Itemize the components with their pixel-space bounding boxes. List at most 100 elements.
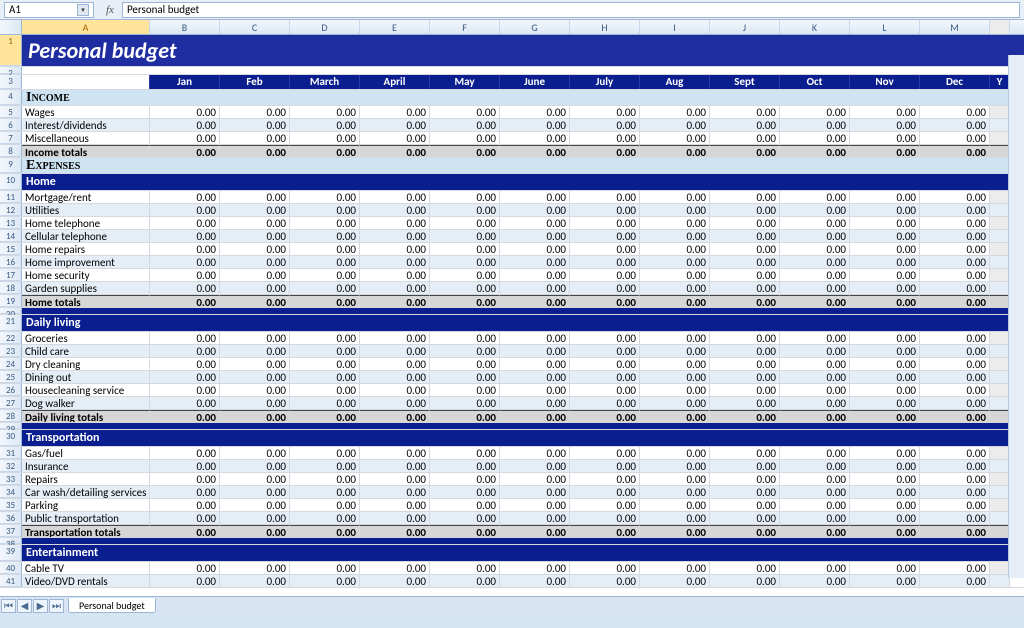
data-cell[interactable]: 0.00	[150, 269, 220, 281]
data-cell[interactable]: 0.00	[570, 243, 640, 255]
data-cell[interactable]: 0.00	[710, 256, 780, 268]
data-cell[interactable]: 0.00	[150, 204, 220, 216]
data-cell[interactable]: 0.00	[710, 371, 780, 383]
year-header-cell[interactable]: Y	[990, 75, 1010, 89]
row-header[interactable]: 1	[0, 35, 22, 66]
data-cell[interactable]: 0.00	[850, 499, 920, 511]
row-label-cell[interactable]: Mortgage/rent	[22, 191, 150, 203]
cell[interactable]	[22, 538, 1024, 544]
data-cell[interactable]: 0.00	[360, 230, 430, 242]
data-cell[interactable]: 0.00	[570, 499, 640, 511]
row-label-cell[interactable]: Parking	[22, 499, 150, 511]
data-cell[interactable]: 0.00	[920, 486, 990, 498]
data-cell[interactable]: 0.00	[360, 132, 430, 144]
data-cell[interactable]: 0.00	[640, 512, 710, 524]
data-cell[interactable]: 0.00	[500, 282, 570, 294]
data-cell[interactable]: 0.00	[850, 371, 920, 383]
data-cell[interactable]: 0.00	[290, 447, 360, 459]
data-cell[interactable]: 0.00	[570, 345, 640, 357]
row-header[interactable]: 38	[0, 538, 22, 544]
data-cell[interactable]: 0.00	[640, 358, 710, 370]
row-label-cell[interactable]: Interest/dividends	[22, 119, 150, 131]
row-header[interactable]: 31	[0, 447, 22, 459]
data-cell[interactable]: 0.00	[290, 512, 360, 524]
data-cell[interactable]: 0.00	[710, 269, 780, 281]
data-cell[interactable]: 0.00	[710, 473, 780, 485]
data-cell[interactable]: 0.00	[850, 106, 920, 118]
data-cell[interactable]: 0.00	[500, 106, 570, 118]
data-cell[interactable]: 0.00	[570, 132, 640, 144]
data-cell[interactable]: 0.00	[500, 397, 570, 409]
cell[interactable]	[22, 75, 150, 89]
data-cell[interactable]: 0.00	[570, 295, 640, 307]
data-cell[interactable]: 0.00	[290, 132, 360, 144]
data-cell[interactable]: 0.00	[220, 512, 290, 524]
col-header-G[interactable]: G	[500, 20, 570, 34]
month-header-cell[interactable]: Jan	[150, 75, 220, 89]
row-header[interactable]: 23	[0, 345, 22, 357]
data-cell[interactable]: 0.00	[710, 499, 780, 511]
sheet-tab-active[interactable]: Personal budget	[68, 598, 156, 613]
data-cell[interactable]: 0.00	[920, 119, 990, 131]
row-label-cell[interactable]: Wages	[22, 106, 150, 118]
data-cell[interactable]: 0.00	[570, 486, 640, 498]
end-cell[interactable]	[990, 473, 1010, 485]
row-label-cell[interactable]: Daily living totals	[22, 410, 150, 422]
data-cell[interactable]: 0.00	[500, 132, 570, 144]
data-cell[interactable]: 0.00	[850, 132, 920, 144]
row-header[interactable]: 6	[0, 119, 22, 131]
data-cell[interactable]: 0.00	[570, 525, 640, 537]
data-cell[interactable]: 0.00	[640, 243, 710, 255]
month-header-cell[interactable]: July	[570, 75, 640, 89]
row-header[interactable]: 39	[0, 545, 22, 561]
data-cell[interactable]: 0.00	[290, 295, 360, 307]
data-cell[interactable]: 0.00	[150, 119, 220, 131]
data-cell[interactable]: 0.00	[500, 512, 570, 524]
data-cell[interactable]: 0.00	[640, 473, 710, 485]
data-cell[interactable]: 0.00	[920, 397, 990, 409]
data-cell[interactable]: 0.00	[710, 384, 780, 396]
row-header[interactable]: 22	[0, 332, 22, 344]
data-cell[interactable]: 0.00	[360, 217, 430, 229]
data-cell[interactable]: 0.00	[150, 132, 220, 144]
row-label-cell[interactable]: Repairs	[22, 473, 150, 485]
data-cell[interactable]: 0.00	[640, 191, 710, 203]
data-cell[interactable]: 0.00	[360, 145, 430, 157]
data-cell[interactable]: 0.00	[640, 204, 710, 216]
data-cell[interactable]: 0.00	[360, 269, 430, 281]
data-cell[interactable]: 0.00	[290, 106, 360, 118]
data-cell[interactable]: 0.00	[710, 282, 780, 294]
data-cell[interactable]: 0.00	[920, 191, 990, 203]
data-cell[interactable]: 0.00	[850, 410, 920, 422]
row-label-cell[interactable]: Transportation totals	[22, 525, 150, 537]
row-header[interactable]: 5	[0, 106, 22, 118]
data-cell[interactable]: 0.00	[150, 460, 220, 472]
data-cell[interactable]: 0.00	[780, 562, 850, 574]
data-cell[interactable]: 0.00	[850, 256, 920, 268]
end-cell[interactable]	[990, 269, 1010, 281]
data-cell[interactable]: 0.00	[850, 447, 920, 459]
row-header[interactable]: 4	[0, 90, 22, 105]
data-cell[interactable]: 0.00	[220, 575, 290, 587]
data-cell[interactable]: 0.00	[150, 256, 220, 268]
data-cell[interactable]: 0.00	[360, 397, 430, 409]
row-label-cell[interactable]: Dining out	[22, 371, 150, 383]
data-cell[interactable]: 0.00	[920, 204, 990, 216]
data-cell[interactable]: 0.00	[290, 145, 360, 157]
data-cell[interactable]: 0.00	[500, 486, 570, 498]
data-cell[interactable]: 0.00	[290, 256, 360, 268]
data-cell[interactable]: 0.00	[220, 562, 290, 574]
data-cell[interactable]: 0.00	[290, 486, 360, 498]
col-header-B[interactable]: B	[150, 20, 220, 34]
cell[interactable]: Personal budget	[22, 35, 1024, 66]
row-header[interactable]: 28	[0, 410, 22, 422]
row-header[interactable]: 30	[0, 430, 22, 446]
data-cell[interactable]: 0.00	[150, 447, 220, 459]
data-cell[interactable]: 0.00	[710, 525, 780, 537]
data-cell[interactable]: 0.00	[360, 410, 430, 422]
data-cell[interactable]: 0.00	[430, 371, 500, 383]
data-cell[interactable]: 0.00	[500, 119, 570, 131]
data-cell[interactable]: 0.00	[640, 345, 710, 357]
col-header-A[interactable]: A	[22, 20, 150, 34]
data-cell[interactable]: 0.00	[220, 243, 290, 255]
